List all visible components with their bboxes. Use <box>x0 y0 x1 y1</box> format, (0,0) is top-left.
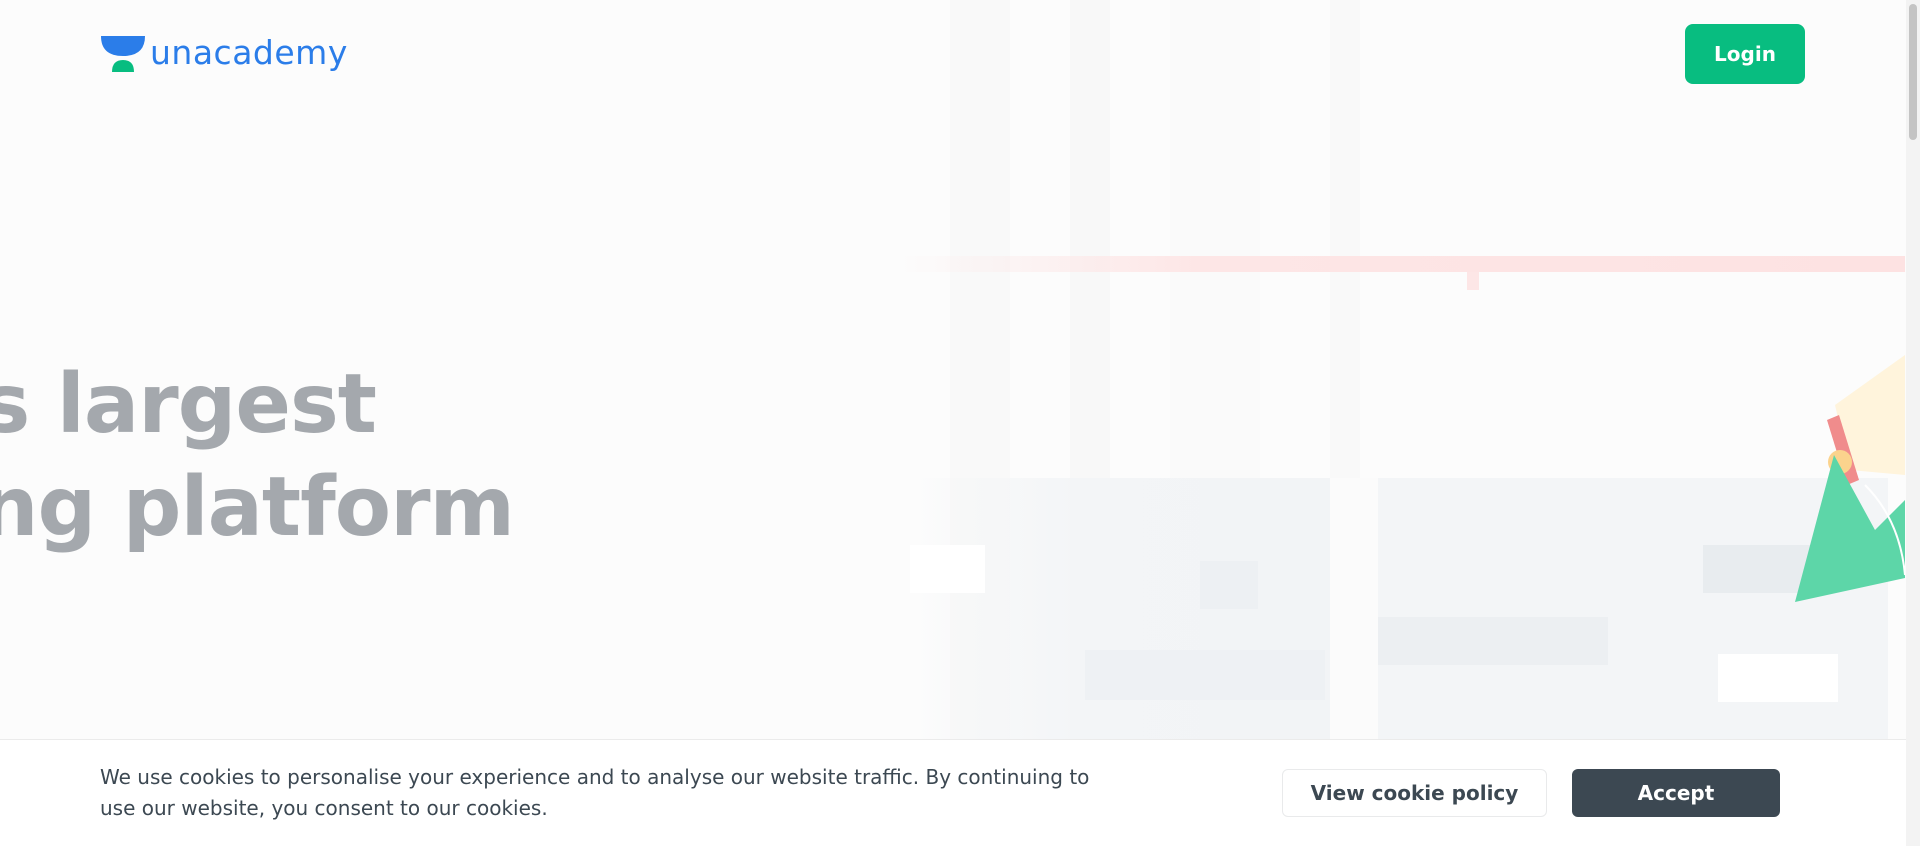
logo-text: unacademy <box>150 32 348 72</box>
cookie-message: We use cookies to personalise your exper… <box>100 765 1090 820</box>
cookie-banner: We use cookies to personalise your exper… <box>0 739 1906 846</box>
view-cookie-policy-button[interactable]: View cookie policy <box>1282 769 1547 817</box>
landing-page: unacademy Login s largest ng platform We… <box>0 0 1920 846</box>
hero-headline-line-1: a’s largest <box>0 357 377 452</box>
scrollbar-thumb[interactable] <box>1909 4 1917 140</box>
unacademy-logo-icon <box>101 36 145 72</box>
unacademy-logo[interactable]: unacademy <box>100 32 348 74</box>
hero-headline-line-2: ning platform <box>0 460 515 555</box>
accept-cookies-button[interactable]: Accept <box>1572 769 1780 817</box>
hero-illustration <box>896 0 1905 740</box>
page-scrollbar[interactable] <box>1906 0 1920 846</box>
